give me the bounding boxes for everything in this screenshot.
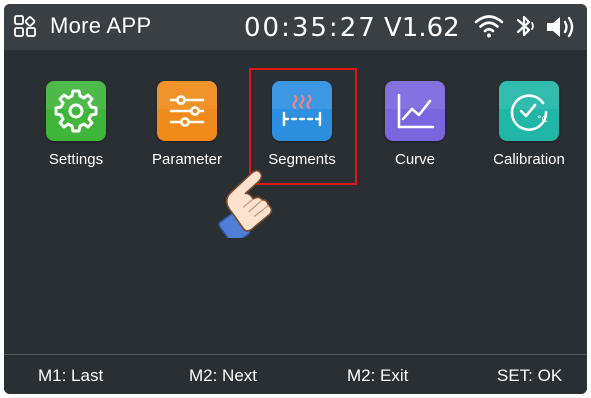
app-title: More APP [50,13,152,38]
clock: 00:35:27 [244,13,377,43]
firmware-version: V1.62 [384,13,460,43]
app-label: Calibration [493,151,565,168]
soft-key-bar: M1: Last M2: Next M2: Exit SET: OK [4,354,587,394]
gear-icon [46,81,106,141]
status-bar: More APP 00:35:27 V1.62 [4,4,587,50]
line-chart-icon [385,81,445,141]
app-curve[interactable]: Curve [365,81,465,168]
app-settings[interactable]: Settings [26,81,126,168]
app-calibration[interactable]: °C Calibration [479,81,579,168]
menu-icon[interactable] [14,15,36,37]
svg-text:°C: °C [537,115,548,125]
app-label: Settings [48,151,104,168]
app-label: Curve [394,151,435,168]
m2-next-key[interactable]: M2: Next [189,366,257,386]
wifi-icon [474,15,504,38]
sliders-icon [157,81,217,141]
calibration-gauge-icon: °C [499,81,559,141]
device-screen: More APP 00:35:27 V1.62 Settings Paramet… [4,4,587,394]
volume-icon [547,16,574,38]
bluetooth-icon [516,15,534,37]
m2-exit-key[interactable]: M2: Exit [347,366,408,386]
set-ok-key[interactable]: SET: OK [497,366,562,386]
m1-last-key[interactable]: M1: Last [38,366,103,386]
pointing-hand-icon [218,169,273,238]
